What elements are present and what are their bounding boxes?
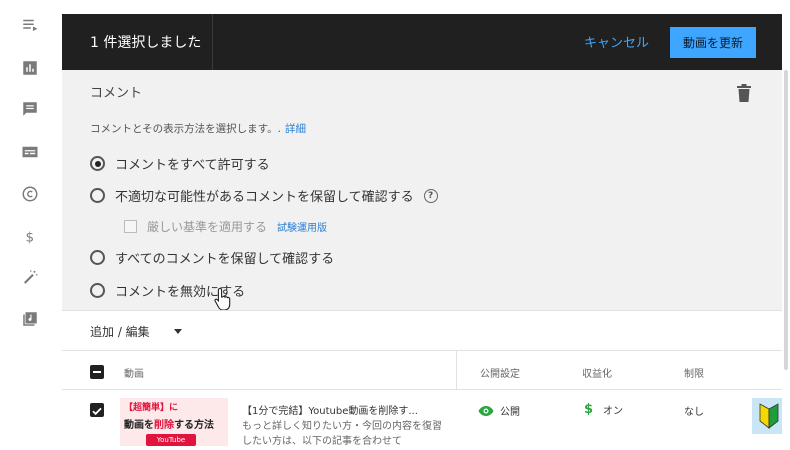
table-header: 動画 公開設定 収益化 制限 xyxy=(62,350,782,450)
scrollbar[interactable] xyxy=(784,70,788,370)
table-row[interactable]: 【超簡単】に 動画を削除する方法 YouTube 【1分で完結】Youtube動… xyxy=(62,390,782,450)
strict-checkbox xyxy=(124,220,137,233)
radio-label: コメントをすべて許可する xyxy=(115,158,270,173)
radio-allow-all[interactable]: コメントをすべて許可する xyxy=(90,154,270,173)
radio-label: 不適切な可能性があるコメントを保留して確認する xyxy=(115,190,414,205)
subtitles-icon[interactable] xyxy=(19,141,41,163)
update-video-button[interactable]: 動画を更新 xyxy=(670,27,756,58)
radio-hold-all[interactable]: すべてのコメントを保留して確認する xyxy=(90,248,334,267)
comments-panel: コメント コメントとその表示方法を選択します。. 詳細 コメントをすべて許可する … xyxy=(62,70,782,310)
trash-icon[interactable] xyxy=(736,84,752,102)
left-rail: $ xyxy=(0,0,62,450)
selection-count: 1 件選択しました xyxy=(90,35,202,51)
radio-button-selected[interactable] xyxy=(90,156,105,171)
svg-text:$: $ xyxy=(26,229,35,245)
column-visibility[interactable]: 公開設定 xyxy=(480,365,520,380)
beginner-mark-icon xyxy=(752,398,786,434)
video-title[interactable]: 【1分で完結】Youtube動画を削除す... xyxy=(242,402,418,417)
top-strip xyxy=(62,0,782,14)
add-edit-label: 追加 / 編集 xyxy=(90,325,150,339)
youtube-logo: YouTube xyxy=(146,434,196,446)
add-edit-dropdown[interactable]: 追加 / 編集 xyxy=(62,310,782,350)
dropdown-caret-icon[interactable] xyxy=(174,329,182,334)
copyright-icon[interactable] xyxy=(19,183,41,205)
radio-button[interactable] xyxy=(90,283,105,298)
comments-description: コメントとその表示方法を選択します。. 詳細 xyxy=(90,121,306,136)
selection-bar: 1 件選択しました キャンセル 動画を更新 xyxy=(62,14,782,70)
column-monetization[interactable]: 収益化 xyxy=(582,365,612,380)
beta-badge: 試験運用版 xyxy=(277,223,328,234)
visibility-cell[interactable]: 公開 xyxy=(478,403,520,418)
description-text: コメントとその表示方法を選択します。. xyxy=(90,123,281,135)
column-restrictions[interactable]: 制限 xyxy=(684,365,704,380)
monetization-icon[interactable]: $ xyxy=(19,225,41,247)
help-icon[interactable]: ? xyxy=(423,188,438,203)
monetization-value: オン xyxy=(603,406,624,417)
eye-icon xyxy=(478,405,494,416)
playlist-icon[interactable] xyxy=(19,14,41,36)
dollar-icon: $ xyxy=(584,402,594,417)
detail-link[interactable]: 詳細 xyxy=(285,123,306,135)
radio-button[interactable] xyxy=(90,250,105,265)
radio-label: すべてのコメントを保留して確認する xyxy=(115,252,335,267)
row-checkbox[interactable] xyxy=(90,403,104,417)
radio-button[interactable] xyxy=(90,188,105,203)
monetization-cell[interactable]: $ オン xyxy=(584,402,623,417)
restrictions-value: なし xyxy=(684,407,704,418)
audio-library-icon[interactable] xyxy=(19,308,41,330)
comments-icon[interactable] xyxy=(19,98,41,120)
strict-filter-option: 厳しい基準を適用する 試験運用版 xyxy=(124,218,327,235)
hand-cursor-icon xyxy=(214,287,232,311)
select-all-checkbox[interactable] xyxy=(90,365,104,379)
thumb-line2: 動画を削除する方法 xyxy=(124,420,214,431)
column-video[interactable]: 動画 xyxy=(124,365,144,380)
radio-hold-inappropriate[interactable]: 不適切な可能性があるコメントを保留して確認する ? xyxy=(90,186,438,205)
comments-title: コメント xyxy=(90,86,143,101)
thumb-line1: 【超簡単】に xyxy=(124,403,179,413)
analytics-icon[interactable] xyxy=(19,57,41,79)
video-thumbnail[interactable]: 【超簡単】に 動画を削除する方法 YouTube xyxy=(120,398,228,446)
visibility-value: 公開 xyxy=(500,407,520,418)
video-description: もっと詳しく知りたい方・今回の内容を復習したい方は、以下の記事を合わせて xyxy=(242,421,442,447)
strict-label: 厳しい基準を適用する xyxy=(147,220,268,234)
customization-icon[interactable] xyxy=(19,266,41,288)
cancel-button[interactable]: キャンセル xyxy=(584,32,649,51)
bar-divider xyxy=(212,14,213,70)
